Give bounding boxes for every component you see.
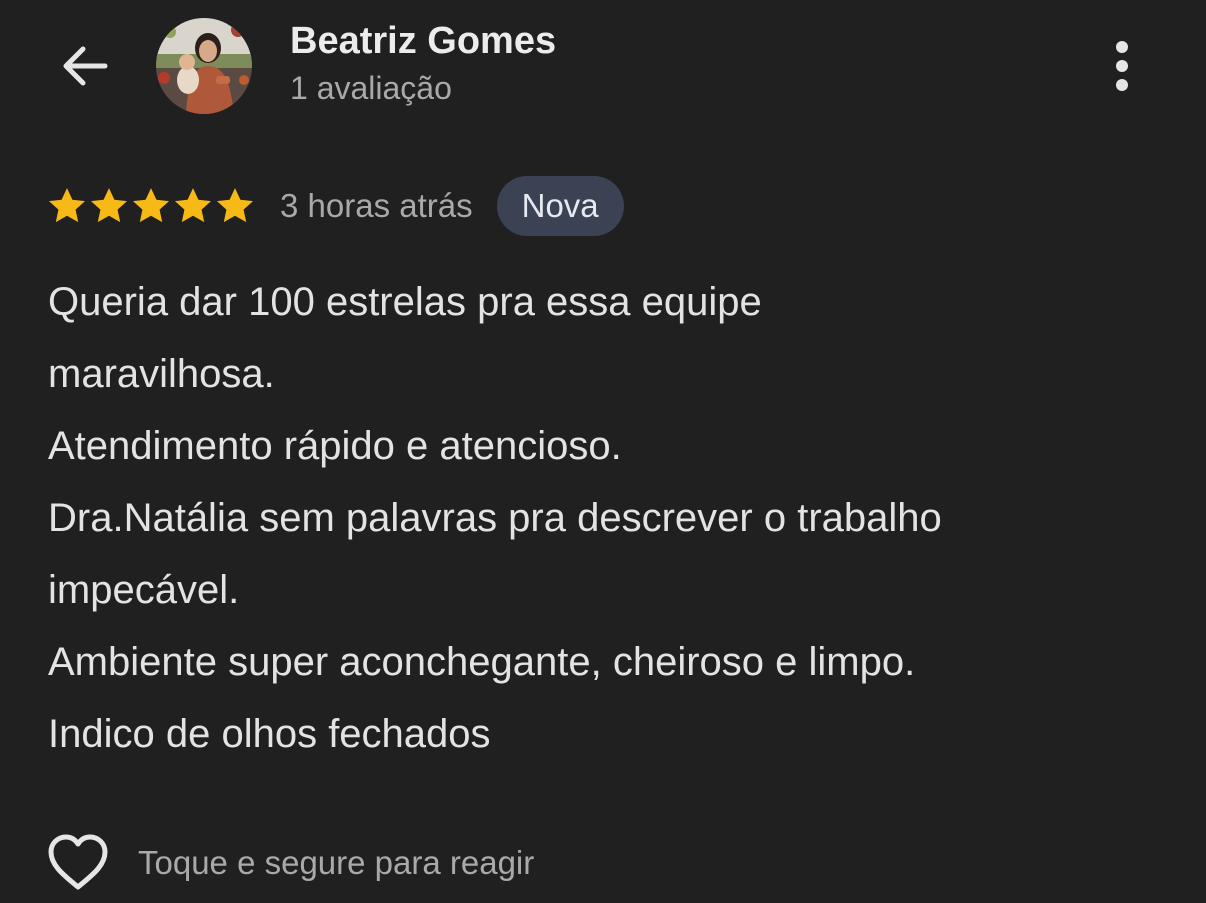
arrow-left-icon	[63, 46, 108, 86]
star-icon	[90, 188, 128, 223]
star-icon	[48, 188, 86, 223]
heart-outline-icon	[48, 834, 108, 890]
review-text-line: impecável.	[48, 568, 240, 612]
review-text: Queria dar 100 estrelas pra essa equipe m…	[48, 266, 1168, 770]
star-rating	[46, 185, 256, 227]
review-count: 1 avaliação	[290, 70, 452, 106]
react-hint: Toque e segure para reagir	[138, 844, 535, 881]
more-options-button[interactable]	[1098, 34, 1146, 98]
review-header: Beatriz Gomes 1 avaliação	[0, 0, 1206, 130]
author-name[interactable]: Beatriz Gomes	[290, 20, 556, 63]
new-badge: Nova	[496, 176, 624, 236]
avatar[interactable]	[156, 18, 252, 114]
star-icon	[216, 188, 254, 223]
review-text-line: Atendimento rápido e atencioso.	[48, 424, 622, 468]
star-icon	[174, 188, 212, 223]
avatar-image	[156, 18, 252, 114]
review-text-line: Queria dar 100 estrelas pra essa equipe	[48, 280, 762, 324]
review-text-line: maravilhosa.	[48, 352, 275, 396]
react-button[interactable]	[46, 832, 110, 894]
review-text-line: Ambiente super aconchegante, cheiroso e …	[48, 640, 916, 684]
review-text-line: Indico de olhos fechados	[48, 712, 491, 756]
back-button[interactable]	[52, 34, 116, 98]
star-icon	[132, 188, 170, 223]
review-time: 3 horas atrás	[280, 187, 473, 224]
more-vertical-icon	[1116, 41, 1128, 91]
review-text-line: Dra.Natália sem palavras pra descrever o…	[48, 496, 942, 540]
reaction-row: Toque e segure para reagir	[46, 832, 534, 894]
rating-row: 3 horas atrás Nova	[46, 176, 624, 236]
